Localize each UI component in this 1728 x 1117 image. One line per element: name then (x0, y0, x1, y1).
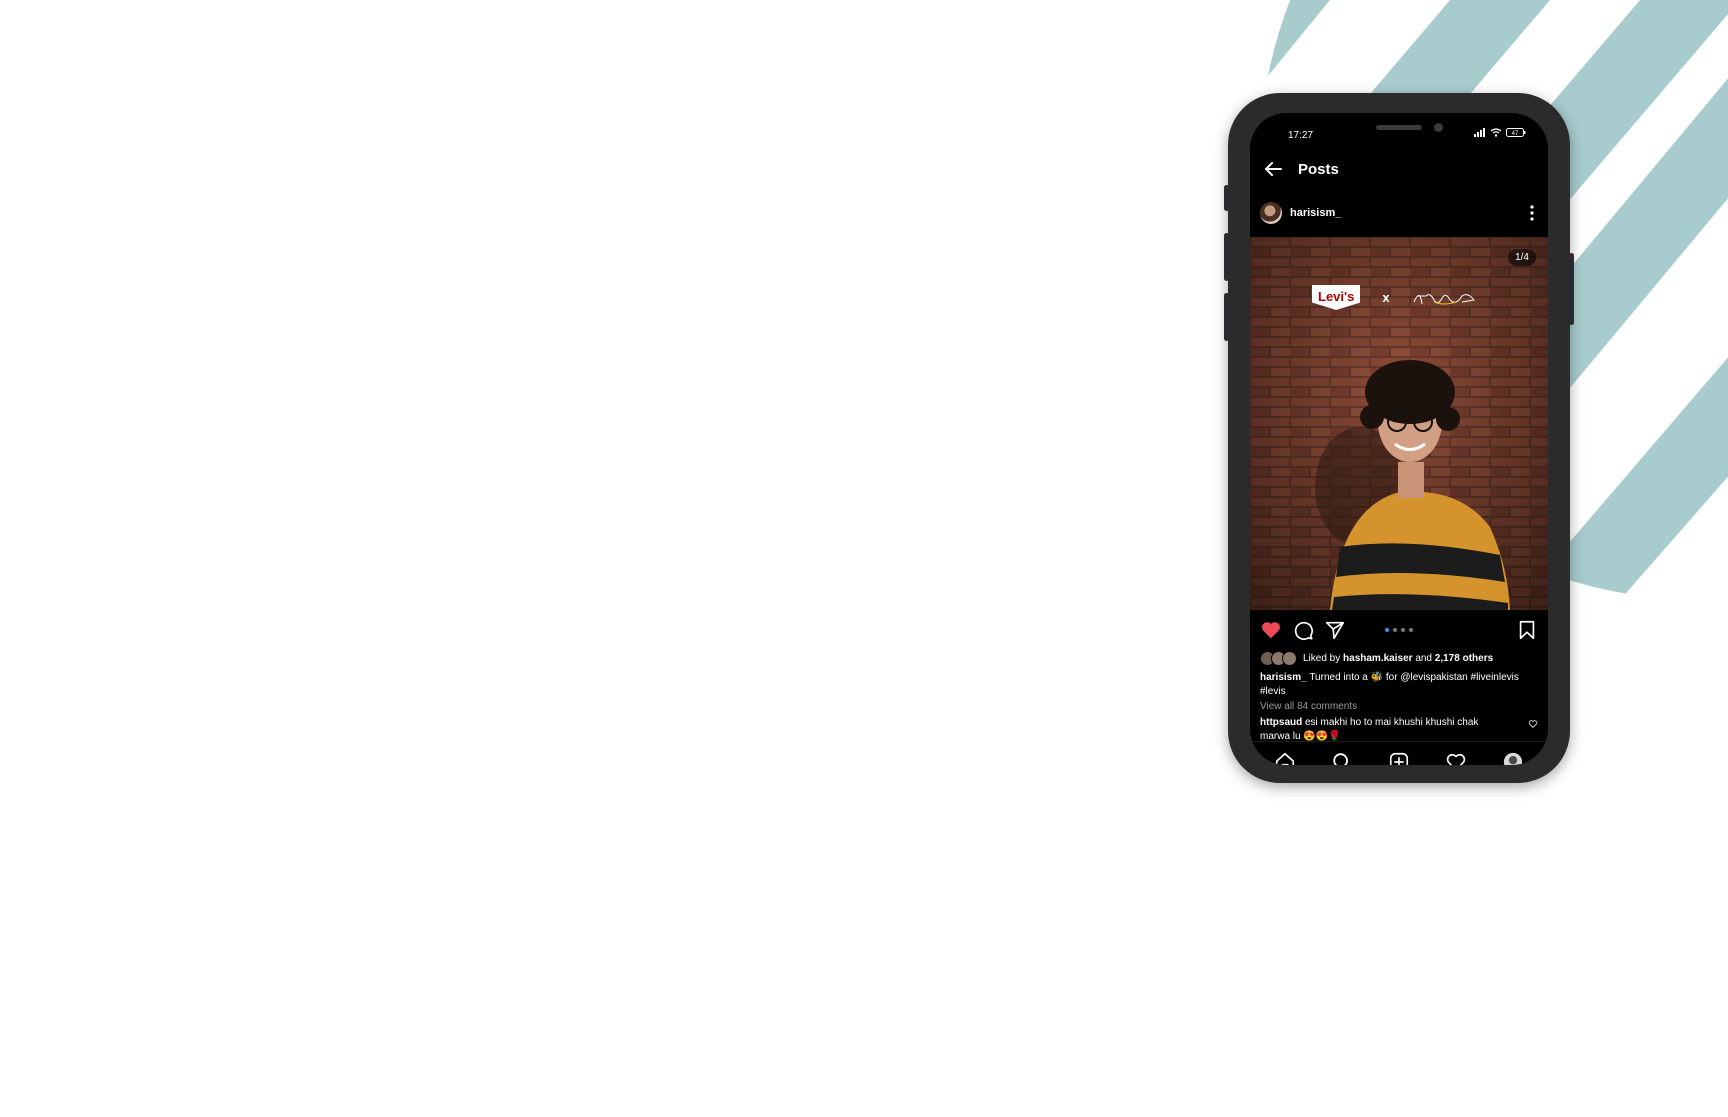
post-header: harisism_ (1250, 195, 1548, 231)
vertical-dots-icon[interactable] (1530, 204, 1534, 222)
likes-summary[interactable]: Liked by hasham.kaiser and 2,178 others (1260, 651, 1493, 666)
send-icon[interactable] (1324, 619, 1346, 641)
search-icon (1333, 752, 1348, 765)
levis-logo: Levi's (1312, 285, 1361, 310)
status-icons: 47 (1474, 128, 1526, 137)
status-time: 17:27 (1288, 130, 1314, 141)
battery-level: 47 (1512, 131, 1519, 137)
arrow-left-icon[interactable] (1262, 158, 1284, 180)
photo-counter: 1/4 (1508, 249, 1536, 266)
comment-like-icon[interactable] (1528, 719, 1538, 729)
activity-heart-icon (1446, 753, 1466, 765)
tab-home[interactable] (1274, 751, 1296, 765)
post-actions (1250, 613, 1548, 647)
carousel-dot-active (1385, 628, 1389, 632)
liker-avatars (1260, 651, 1297, 666)
tab-activity[interactable] (1445, 751, 1467, 765)
post-photo[interactable]: Levi's x 1/4 (1250, 237, 1548, 610)
comment-username[interactable]: httpsaud (1260, 717, 1302, 728)
volume-down-button (1224, 293, 1229, 341)
tab-search[interactable] (1331, 751, 1353, 765)
avatar[interactable] (1260, 202, 1282, 224)
bookmark-icon[interactable] (1516, 619, 1538, 641)
post-caption: harisism_ Turned into a 🐝 for @levispaki… (1260, 671, 1530, 699)
wifi-icon (1490, 128, 1502, 137)
mute-switch (1224, 185, 1229, 211)
bottom-tab-bar (1250, 741, 1548, 765)
add-post-icon (1389, 752, 1409, 765)
likes-others[interactable]: 2,178 others (1435, 653, 1493, 664)
likes-prefix: Liked by (1303, 653, 1341, 664)
likes-joiner: and (1415, 653, 1432, 664)
tab-profile[interactable] (1502, 751, 1524, 765)
signature-logo (1413, 293, 1475, 304)
view-all-comments-link[interactable]: View all 84 comments (1260, 701, 1357, 712)
phone-screen: 17:27 47 Posts harisism_ Levi's x 1/4 Li… (1250, 113, 1548, 765)
carousel-dot (1401, 628, 1405, 632)
signal-icon (1474, 128, 1485, 137)
app-bar: Posts (1250, 149, 1548, 189)
front-camera (1434, 123, 1443, 132)
carousel-indicator (1385, 628, 1413, 632)
top-comment: httpsaud esi makhi ho to mai khushi khus… (1260, 716, 1510, 744)
carousel-dot (1409, 628, 1413, 632)
battery-icon: 47 (1506, 128, 1526, 137)
page-title: Posts (1298, 160, 1339, 178)
comment-icon[interactable] (1292, 619, 1314, 641)
speaker (1376, 125, 1422, 130)
profile-avatar-icon (1504, 752, 1523, 765)
tab-add-post[interactable] (1388, 751, 1410, 765)
phone-mockup: 17:27 47 Posts harisism_ Levi's x 1/4 Li… (1224, 93, 1574, 783)
post-username[interactable]: harisism_ (1290, 207, 1341, 219)
collab-separator: x (1382, 290, 1390, 305)
home-icon (1275, 752, 1294, 765)
volume-up-button (1224, 233, 1229, 281)
liker-avatar (1282, 651, 1297, 666)
carousel-dot (1393, 628, 1397, 632)
caption-username[interactable]: harisism_ (1260, 672, 1307, 683)
brand-logos: Levi's x (1312, 285, 1478, 310)
heart-filled-icon[interactable] (1260, 619, 1282, 641)
power-button (1569, 253, 1574, 325)
likes-user[interactable]: hasham.kaiser (1343, 653, 1413, 664)
